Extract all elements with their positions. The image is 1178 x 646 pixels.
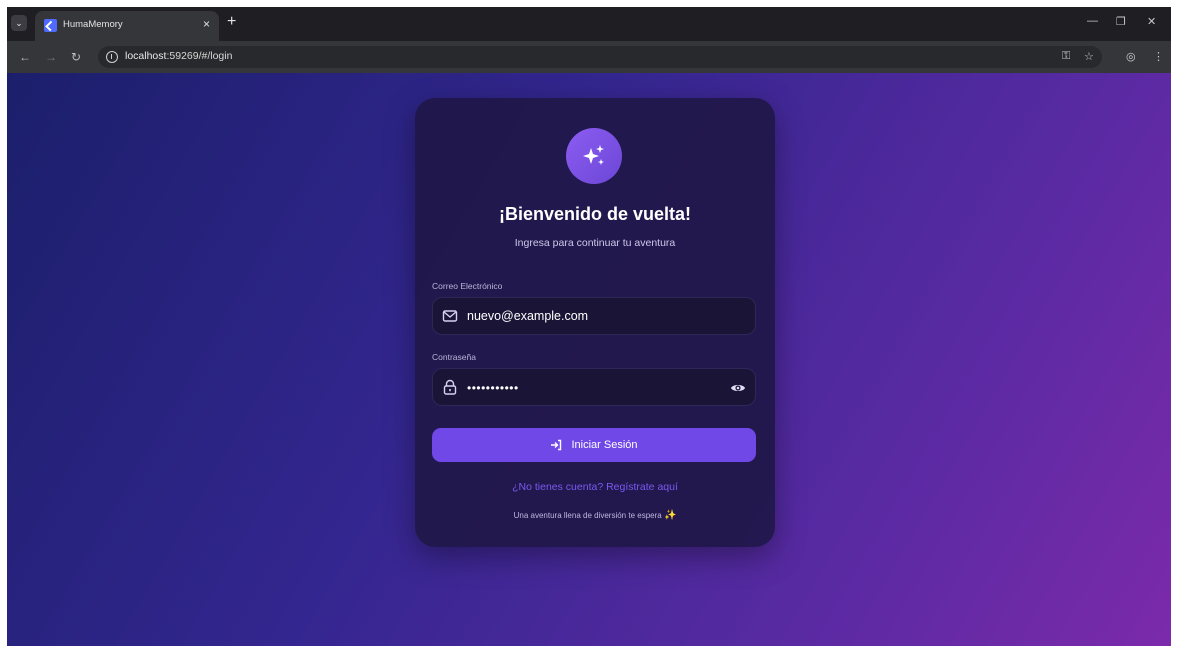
password-value: •••••••••••: [467, 381, 519, 395]
mail-icon: [442, 310, 458, 322]
tab-close-icon[interactable]: ×: [203, 17, 210, 31]
sparkles-logo: [566, 128, 622, 184]
profile-icon[interactable]: ◎: [1126, 50, 1136, 63]
minimize-button[interactable]: —: [1087, 15, 1098, 27]
new-tab-button[interactable]: +: [227, 13, 236, 31]
welcome-title: ¡Bienvenido de vuelta!: [498, 204, 692, 224]
login-arrow-icon: [551, 439, 562, 451]
site-info-icon[interactable]: [106, 51, 118, 63]
reload-icon[interactable]: ↻: [71, 50, 81, 64]
lock-icon: [443, 379, 457, 395]
restore-button[interactable]: ❐: [1116, 15, 1126, 28]
menu-dots-icon[interactable]: ⋮: [1153, 50, 1164, 63]
back-arrow-icon[interactable]: ←: [19, 50, 31, 64]
email-label: Correo Electrónico: [432, 281, 503, 291]
footer-text: Una aventura llena de diversión te esper…: [513, 511, 662, 520]
tab-title: HumaMemory: [63, 19, 123, 30]
register-link[interactable]: ¿No tienes cuenta? Regístrate aquí: [415, 481, 775, 493]
password-key-icon[interactable]: ⚿: [1062, 50, 1070, 63]
login-card: ¡Bienvenido de vuelta! Ingresa para cont…: [415, 98, 775, 547]
email-value: nuevo@example.com: [467, 309, 589, 323]
footer-tagline: Una aventura llena de diversión te esper…: [415, 510, 775, 521]
sparkles-emoji-icon: ✨: [663, 510, 677, 521]
sparkles-icon: [583, 145, 604, 165]
close-window-button[interactable]: ✕: [1147, 15, 1156, 28]
password-field[interactable]: •••••••••••: [432, 368, 756, 406]
email-field[interactable]: nuevo@example.com: [432, 297, 756, 335]
forward-arrow-icon[interactable]: →: [45, 50, 57, 64]
url-text[interactable]: localhost:59269/#/login: [125, 50, 232, 62]
bookmark-star-icon[interactable]: ☆: [1084, 50, 1094, 63]
eye-icon[interactable]: [730, 380, 746, 396]
login-button[interactable]: Iniciar Sesión: [432, 428, 756, 462]
password-label: Contraseña: [432, 352, 476, 362]
tab-humamemory[interactable]: HumaMemory ×: [35, 11, 219, 41]
welcome-subtitle: Ingresa para continuar tu aventura: [514, 237, 676, 249]
login-button-label: Iniciar Sesión: [571, 439, 638, 452]
login-page: ¡Bienvenido de vuelta! Ingresa para cont…: [7, 73, 1171, 646]
browser-toolbar: ← → ↻ localhost:59269/#/login ⚿ ☆ ◎ ⋮: [7, 41, 1171, 73]
address-bar[interactable]: localhost:59269/#/login ⚿ ☆: [98, 46, 1102, 68]
tab-search-chevron-icon[interactable]: ⌄: [11, 15, 27, 31]
flutter-favicon-icon: [44, 19, 57, 32]
tab-strip: ⌄ HumaMemory × + — ❐ ✕: [7, 7, 1171, 41]
browser-window: ⌄ HumaMemory × + — ❐ ✕ ← → ↻ localhost:5…: [7, 7, 1171, 646]
